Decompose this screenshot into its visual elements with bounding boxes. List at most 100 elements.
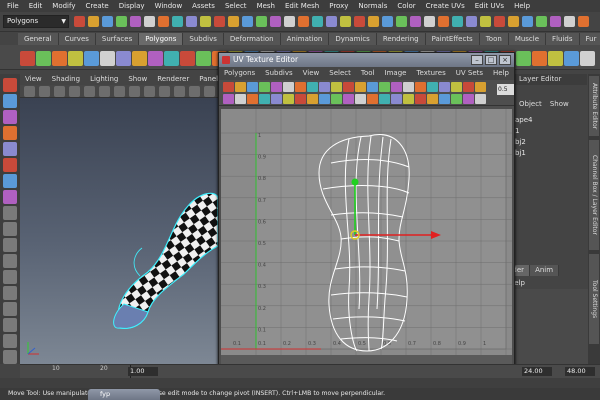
status-tool-icon[interactable] xyxy=(438,16,449,27)
viewport-tool-icon[interactable] xyxy=(114,86,125,97)
status-tool-icon[interactable] xyxy=(340,16,351,27)
menu-item[interactable]: File xyxy=(2,0,24,12)
uv-menu-item[interactable]: Image xyxy=(380,67,412,80)
viewport-menu-item[interactable]: Lighting xyxy=(85,74,123,85)
shelf-tab[interactable]: Muscle xyxy=(508,33,547,45)
time-slider[interactable]: 10 20 1.00 24.00 48.00 xyxy=(20,364,600,379)
layout-four-icon[interactable] xyxy=(3,222,17,236)
status-tool-icon[interactable] xyxy=(130,16,141,27)
shelf-tool-icon[interactable] xyxy=(532,51,547,66)
vertical-tab[interactable]: Tool Settings xyxy=(589,254,599,344)
layer-tab[interactable]: Anim xyxy=(530,265,560,276)
uv-tool-icon[interactable] xyxy=(355,94,366,104)
status-tool-icon[interactable] xyxy=(424,16,435,27)
vertical-tab[interactable]: Channel Box / Layer Editor xyxy=(589,140,599,250)
layout-single-icon[interactable] xyxy=(3,206,17,220)
shelf-tool-icon[interactable] xyxy=(52,51,67,66)
status-tool-icon[interactable] xyxy=(158,16,169,27)
status-tool-icon[interactable] xyxy=(312,16,323,27)
perspective-viewport[interactable] xyxy=(20,98,218,364)
uv-menu-item[interactable]: Help xyxy=(488,67,514,80)
shelf-tab[interactable]: Fur xyxy=(579,33,600,45)
viewport-tool-icon[interactable] xyxy=(39,86,50,97)
shelf-tab[interactable]: General xyxy=(18,33,59,45)
viewport-menu-item[interactable]: Shading xyxy=(47,74,85,85)
uv-tool-icon[interactable] xyxy=(379,82,390,92)
uv-tool-icon[interactable] xyxy=(295,82,306,92)
shelf-tool-icon[interactable] xyxy=(84,51,99,66)
status-tool-icon[interactable] xyxy=(102,16,113,27)
menu-item[interactable]: Mesh xyxy=(252,0,280,12)
close-button[interactable]: × xyxy=(499,55,511,65)
uv-tool-icon[interactable] xyxy=(439,94,450,104)
status-tool-icon[interactable] xyxy=(508,16,519,27)
shelf-tool-icon[interactable] xyxy=(516,51,531,66)
uv-tool-icon[interactable] xyxy=(391,94,402,104)
graph-icon[interactable] xyxy=(3,286,17,300)
uv-tool-icon[interactable] xyxy=(427,82,438,92)
menu-item[interactable]: Create UVs xyxy=(421,0,470,12)
menu-item[interactable]: Assets xyxy=(187,0,220,12)
uv-tool-icon[interactable] xyxy=(415,82,426,92)
uv-editor-titlebar[interactable]: UV Texture Editor – □ × xyxy=(219,53,514,67)
uv-tool-icon[interactable] xyxy=(283,82,294,92)
uv-tool-icon[interactable] xyxy=(283,94,294,104)
shelf-tab[interactable]: Animation xyxy=(280,33,330,45)
shelf-tab[interactable]: Fluids xyxy=(546,33,580,45)
viewport-tool-icon[interactable] xyxy=(24,86,35,97)
uv-tool-icon[interactable] xyxy=(247,82,258,92)
outliner-icon[interactable] xyxy=(3,270,17,284)
rotate-tool-icon[interactable] xyxy=(3,142,17,156)
uv-tool-icon[interactable] xyxy=(463,94,474,104)
camera-icon[interactable] xyxy=(3,334,17,348)
uv-tool-icon[interactable] xyxy=(319,82,330,92)
status-tool-icon[interactable] xyxy=(270,16,281,27)
shelf-tool-icon[interactable] xyxy=(132,51,147,66)
shelf-tool-icon[interactable] xyxy=(36,51,51,66)
shelf-tool-icon[interactable] xyxy=(116,51,131,66)
shelf-tab[interactable]: Subdivs xyxy=(183,33,224,45)
uv-tool-icon[interactable] xyxy=(451,82,462,92)
lasso-tool-icon[interactable] xyxy=(3,94,17,108)
channel-menu-item[interactable]: Show xyxy=(546,98,573,110)
select-tool-icon[interactable] xyxy=(3,78,17,92)
menu-item[interactable]: Modify xyxy=(47,0,80,12)
menu-item[interactable]: Select xyxy=(220,0,252,12)
shoe-mesh[interactable] xyxy=(113,192,218,329)
uv-tool-icon[interactable] xyxy=(391,82,402,92)
menu-item[interactable]: Normals xyxy=(353,0,392,12)
menu-item[interactable]: Edit xyxy=(24,0,48,12)
uv-tool-icon[interactable] xyxy=(223,94,234,104)
menu-item[interactable]: Edit Mesh xyxy=(280,0,324,12)
channel-menu-item[interactable]: Object xyxy=(515,98,546,110)
shelf-tool-icon[interactable] xyxy=(148,51,163,66)
menu-item[interactable]: Window xyxy=(150,0,188,12)
uv-tool-icon[interactable] xyxy=(247,94,258,104)
channel-list-item[interactable]: bj2 xyxy=(515,138,526,146)
menu-item[interactable]: Display xyxy=(114,0,150,12)
uv-menu-item[interactable]: Subdivs xyxy=(260,67,298,80)
menu-item[interactable]: Color xyxy=(392,0,420,12)
maximize-button[interactable]: □ xyxy=(485,55,497,65)
uv-tool-icon[interactable] xyxy=(331,82,342,92)
uv-tool-icon[interactable] xyxy=(307,94,318,104)
uv-tool-icon[interactable] xyxy=(223,82,234,92)
channel-list-item[interactable]: ape4 xyxy=(515,116,533,124)
shelf-tool-icon[interactable] xyxy=(196,51,211,66)
uv-tool-icon[interactable] xyxy=(355,82,366,92)
light-icon[interactable] xyxy=(3,350,17,364)
shelf-tab[interactable]: PaintEffects xyxy=(425,33,480,45)
viewport-tool-icon[interactable] xyxy=(174,86,185,97)
status-tool-icon[interactable] xyxy=(452,16,463,27)
status-tool-icon[interactable] xyxy=(116,16,127,27)
layout-side-icon[interactable] xyxy=(3,238,17,252)
uv-zoom-field[interactable]: 0.5 xyxy=(497,84,514,95)
shelf-tool-icon[interactable] xyxy=(580,51,595,66)
viewport-tool-icon[interactable] xyxy=(144,86,155,97)
uv-tool-icon[interactable] xyxy=(343,94,354,104)
viewport-menu-item[interactable]: View xyxy=(20,74,47,85)
status-tool-icon[interactable] xyxy=(536,16,547,27)
vertical-tab[interactable]: Attribute Editor xyxy=(589,76,599,136)
status-tool-icon[interactable] xyxy=(228,16,239,27)
status-tool-icon[interactable] xyxy=(284,16,295,27)
